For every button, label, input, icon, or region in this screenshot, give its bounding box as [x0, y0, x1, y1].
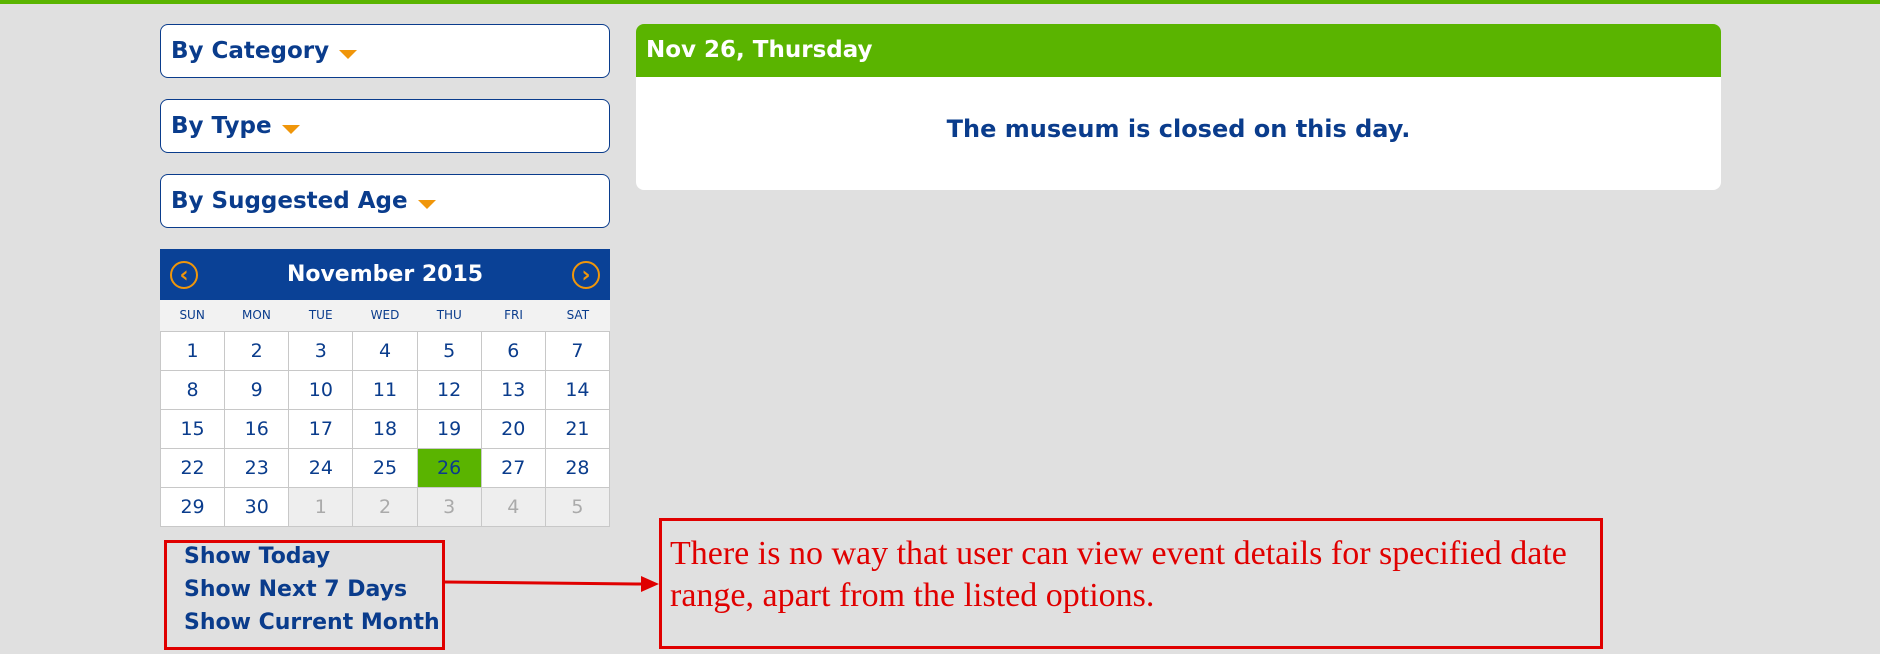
calendar-day[interactable]: 30: [224, 487, 290, 527]
filter-by-type[interactable]: By Type: [160, 99, 610, 153]
calendar-day[interactable]: 8: [159, 370, 226, 410]
calendar-week-row: 15 16 17 18 19 20 21: [159, 409, 611, 449]
calendar-day[interactable]: 3: [288, 331, 354, 371]
calendar-day[interactable]: 28: [544, 448, 611, 488]
calendar-day[interactable]: 19: [416, 409, 482, 449]
calendar-week-row: 1234567: [159, 331, 611, 371]
day-detail-panel: Nov 26, Thursday The museum is closed on…: [636, 24, 1721, 190]
filter-by-category[interactable]: By Category: [160, 24, 610, 78]
calendar-day[interactable]: 29: [159, 487, 226, 527]
calendar-week-row: 22 23 24 25 26 27 28: [159, 448, 611, 488]
calendar-header: ‹ November 2015 ›: [160, 249, 610, 300]
calendar-day[interactable]: 4: [352, 331, 418, 371]
filter-label: By Type: [171, 113, 272, 139]
calendar-month-title: November 2015: [286, 262, 484, 287]
calendar-day[interactable]: 16: [224, 409, 290, 449]
calendar-day[interactable]: 21: [544, 409, 611, 449]
chevron-right-icon[interactable]: ›: [572, 260, 600, 289]
calendar-day[interactable]: 11: [352, 370, 418, 410]
calendar-day[interactable]: 20: [480, 409, 546, 449]
weekday-label: WED: [370, 308, 400, 322]
calendar-day[interactable]: 1: [159, 331, 226, 371]
calendar-day[interactable]: 2: [224, 331, 290, 371]
filter-label: By Category: [171, 38, 330, 64]
weekday-header-row: SUN MON TUE WED THU FRI SAT: [160, 300, 610, 331]
calendar-day[interactable]: 6: [480, 331, 546, 371]
day-heading: Nov 26, Thursday: [636, 24, 1721, 77]
weekday-label: SUN: [179, 308, 205, 322]
chevron-left-icon[interactable]: ‹: [170, 260, 198, 289]
filter-by-suggested-age[interactable]: By Suggested Age: [160, 174, 610, 228]
show-today-link[interactable]: Show Today: [184, 540, 440, 573]
weekday-label: MON: [242, 308, 271, 322]
calendar-day[interactable]: 24: [288, 448, 354, 488]
top-accent-bar: [0, 0, 1880, 4]
caret-down-icon: [339, 49, 358, 59]
weekday-label: FRI: [504, 308, 523, 322]
weekday-label: TUE: [308, 308, 333, 322]
calendar-day-other-month[interactable]: 2: [352, 487, 418, 527]
weekday-label: SAT: [566, 308, 590, 322]
calendar-day[interactable]: 18: [352, 409, 418, 449]
calendar-week-row: 29 30 1 2 3 4 5: [159, 487, 611, 527]
calendar-grid: 1 2 3 4 5 6 7 8 9 10 11 12 13 14 15 16 17 18 19 20 21 22 23 24 2…: [159, 331, 611, 527]
calendar-day[interactable]: 5: [416, 331, 482, 371]
calendar-day-selected[interactable]: 26: [416, 448, 482, 488]
weekday-label: THU: [436, 308, 462, 322]
calendar-day[interactable]: 22: [159, 448, 226, 488]
calendar-week-row: 8 9 10 11 12 13 14: [159, 370, 611, 410]
caret-down-icon: [417, 199, 436, 209]
calendar-day-other-month[interactable]: 1: [288, 487, 354, 527]
day-message: The museum is closed on this day.: [636, 77, 1721, 190]
calendar-day[interactable]: 25: [352, 448, 418, 488]
calendar-day[interactable]: 17: [288, 409, 354, 449]
calendar-day[interactable]: 13: [480, 370, 546, 410]
calendar-day-other-month[interactable]: 3: [416, 487, 482, 527]
calendar-day[interactable]: 12: [416, 370, 482, 410]
annotation-note: There is no way that user can view event…: [659, 518, 1603, 649]
annotation-arrow: [445, 576, 659, 592]
calendar-day-other-month[interactable]: 5: [544, 487, 611, 527]
calendar-day[interactable]: 23: [224, 448, 290, 488]
filter-label: By Suggested Age: [171, 188, 408, 214]
caret-down-icon: [281, 124, 300, 134]
calendar-day[interactable]: 9: [224, 370, 290, 410]
show-current-month-link[interactable]: Show Current Month: [184, 606, 440, 639]
show-next-7-days-link[interactable]: Show Next 7 Days: [184, 573, 440, 606]
calendar-day[interactable]: 27: [480, 448, 546, 488]
calendar-day-other-month[interactable]: 4: [480, 487, 546, 527]
calendar-day[interactable]: 15: [159, 409, 226, 449]
quick-date-links: Show Today Show Next 7 Days Show Current…: [184, 540, 440, 639]
calendar-day[interactable]: 10: [288, 370, 354, 410]
calendar-day[interactable]: 7: [544, 331, 611, 371]
calendar: ‹ November 2015 › SUN MON TUE WED THU FRI SAT …: [159, 249, 611, 527]
calendar-day[interactable]: 14: [544, 370, 611, 410]
